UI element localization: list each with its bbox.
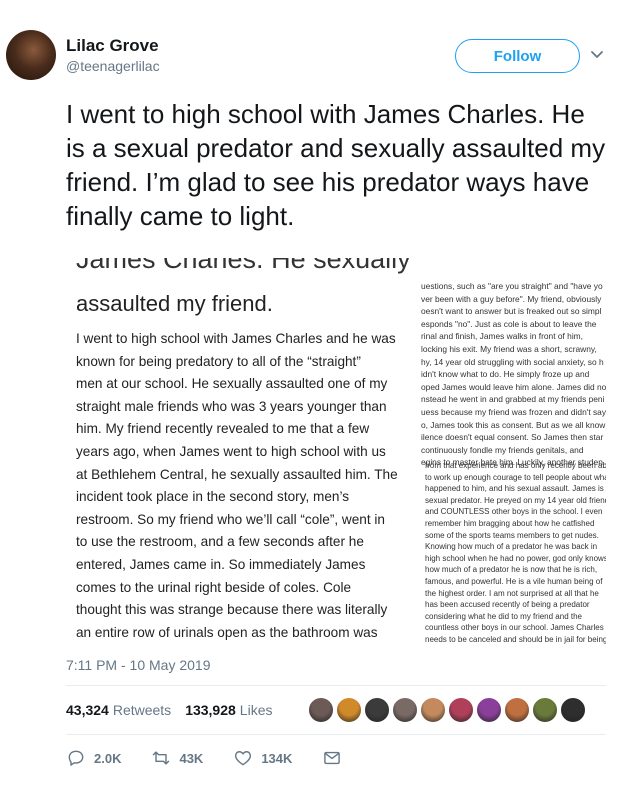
document-line: nstead he went in and grabbed at my frie… <box>421 394 605 405</box>
retweet-count: 43K <box>179 750 204 766</box>
divider <box>66 734 606 735</box>
document-line: to work up enough courage to tell people… <box>425 472 606 482</box>
chevron-down-icon[interactable] <box>588 46 606 64</box>
document-line: esponds "no". Just as cole is about to l… <box>421 318 597 329</box>
document-line: men at our school. He sexually assaulted… <box>76 376 388 392</box>
liker-avatar[interactable] <box>560 697 586 723</box>
document-line: an entire row of urinals open as the bat… <box>76 624 378 640</box>
liker-avatar[interactable] <box>392 697 418 723</box>
liker-avatar[interactable] <box>336 697 362 723</box>
reply-button[interactable]: 2.0K <box>66 748 121 768</box>
document-line: the highest order. I am not surprised at… <box>425 588 599 598</box>
document-line: Knowing how much of a predator he was ba… <box>425 542 598 552</box>
document-right-page: uestions, such as "are you straight" and… <box>421 258 606 644</box>
document-line: ilence doesn't equal consent. So James t… <box>421 432 604 443</box>
document-left-page: James Charles. He sexually assaulted my … <box>66 258 416 644</box>
document-line: at Bethlehem Central, he sexually assaul… <box>76 466 398 482</box>
document-line: oesn't want to answer but is freaked out… <box>421 306 602 317</box>
document-line: thought this was strange because there w… <box>76 602 388 618</box>
divider <box>66 685 606 686</box>
document-line: from that experience and has only recent… <box>425 461 606 470</box>
tweet-image[interactable]: James Charles. He sexually assaulted my … <box>66 258 606 644</box>
retweet-icon <box>153 751 170 765</box>
liker-avatar[interactable] <box>532 697 558 723</box>
heart-icon <box>235 751 252 766</box>
likes-count[interactable]: 133,928 <box>185 702 236 718</box>
document-line: idn't know what to do. He simply froze u… <box>421 369 590 380</box>
envelope-icon <box>324 751 341 765</box>
document-line: and COUNTLESS other boys in the school. … <box>425 507 603 517</box>
document-line: has been accused recently of being a pre… <box>425 600 590 610</box>
tweet-actions: 2.0K 43K 134K <box>66 746 372 770</box>
tweet-header: Lilac Grove @teenagerlilac Follow <box>0 0 620 90</box>
cropped-heading-line: James Charles. He sexually <box>76 258 411 274</box>
document-line: hy, 14 year old struggling with social a… <box>421 356 604 367</box>
document-line: straight male friends who was 3 years yo… <box>76 398 387 414</box>
document-line: how much of a predator he is now that he… <box>425 565 598 575</box>
follow-button[interactable]: Follow <box>455 39 580 73</box>
document-right-top-text: uestions, such as "are you straight" and… <box>421 280 606 469</box>
avatar[interactable] <box>6 30 56 80</box>
document-line: sexual predator. He preyed on my 14 year… <box>425 495 606 505</box>
retweets-label[interactable]: Retweets <box>113 702 171 718</box>
document-line: needs to be canceled and should be in ja… <box>425 634 606 644</box>
reply-count: 2.0K <box>94 750 122 766</box>
document-line: uestions, such as "are you straight" and… <box>421 281 603 291</box>
document-line: him. My friend recently revealed to me t… <box>76 421 370 437</box>
document-line: rinal and finish, James walks in front o… <box>421 331 583 342</box>
document-line: uess because my friend was frozen and di… <box>421 406 606 417</box>
retweet-button[interactable]: 43K <box>151 748 203 768</box>
liker-avatar[interactable] <box>420 697 446 723</box>
document-line: incident took place in the second story,… <box>76 489 350 505</box>
tweet-timestamp[interactable]: 7:11 PM - 10 May 2019 <box>66 657 210 673</box>
liker-avatar[interactable] <box>476 697 502 723</box>
display-name[interactable]: Lilac Grove <box>66 36 159 56</box>
document-line: continuously fondle my friends genitals,… <box>421 444 584 455</box>
document-line: considering what he did to my friend and… <box>425 611 582 621</box>
user-handle[interactable]: @teenagerlilac <box>66 58 160 74</box>
liker-avatars <box>308 697 588 723</box>
document-heading: assaulted my friend. <box>76 291 273 316</box>
document-line: happened to him, and his sexual assault.… <box>425 484 606 494</box>
document-line: entered, James came in. So immediately J… <box>76 556 366 572</box>
document-line: some of the sports teams members to get … <box>425 530 599 540</box>
retweets-count[interactable]: 43,324 <box>66 702 109 718</box>
likes-label[interactable]: Likes <box>240 702 273 718</box>
document-body: I went to high school with James Charles… <box>76 328 414 644</box>
like-count: 134K <box>261 750 293 766</box>
liker-avatar[interactable] <box>364 697 390 723</box>
tweet-text: I went to high school with James Charles… <box>66 99 606 231</box>
reply-icon <box>68 750 84 766</box>
like-button[interactable]: 134K <box>233 748 292 768</box>
document-right-bottom-text: from that experience and has only recent… <box>425 460 606 644</box>
document-line: locking his exit. My friend was a short,… <box>421 343 597 354</box>
document-line: o, James took this as consent. But as we… <box>421 419 606 430</box>
direct-message-button[interactable] <box>322 748 342 768</box>
tweet-stats: 43,324 Retweets 133,928 Likes <box>66 697 286 723</box>
liker-avatar[interactable] <box>308 697 334 723</box>
liker-avatar[interactable] <box>448 697 474 723</box>
document-line: ver been with a guy before". My friend, … <box>421 293 602 304</box>
document-line: restroom. So my friend who we’ll call “c… <box>76 511 385 527</box>
document-line: years ago, when James went to high schoo… <box>76 443 386 459</box>
document-line: countless other boys in our school. Jame… <box>425 623 604 633</box>
document-line: famous, and powerful. He is a vile human… <box>425 576 603 586</box>
document-line: oped James would leave him alone. James … <box>421 381 606 392</box>
document-line: I went to high school with James Charles… <box>76 331 396 346</box>
document-line: high school when he had no power, god on… <box>425 553 606 563</box>
liker-avatar[interactable] <box>504 697 530 723</box>
document-line: to use the restroom, and a few seconds a… <box>76 534 364 550</box>
document-line: comes to the urinal right beside of cole… <box>76 579 352 595</box>
document-line: known for being predatory to all of the … <box>76 353 361 369</box>
document-line: remember him bragging about how he catfi… <box>425 518 595 528</box>
